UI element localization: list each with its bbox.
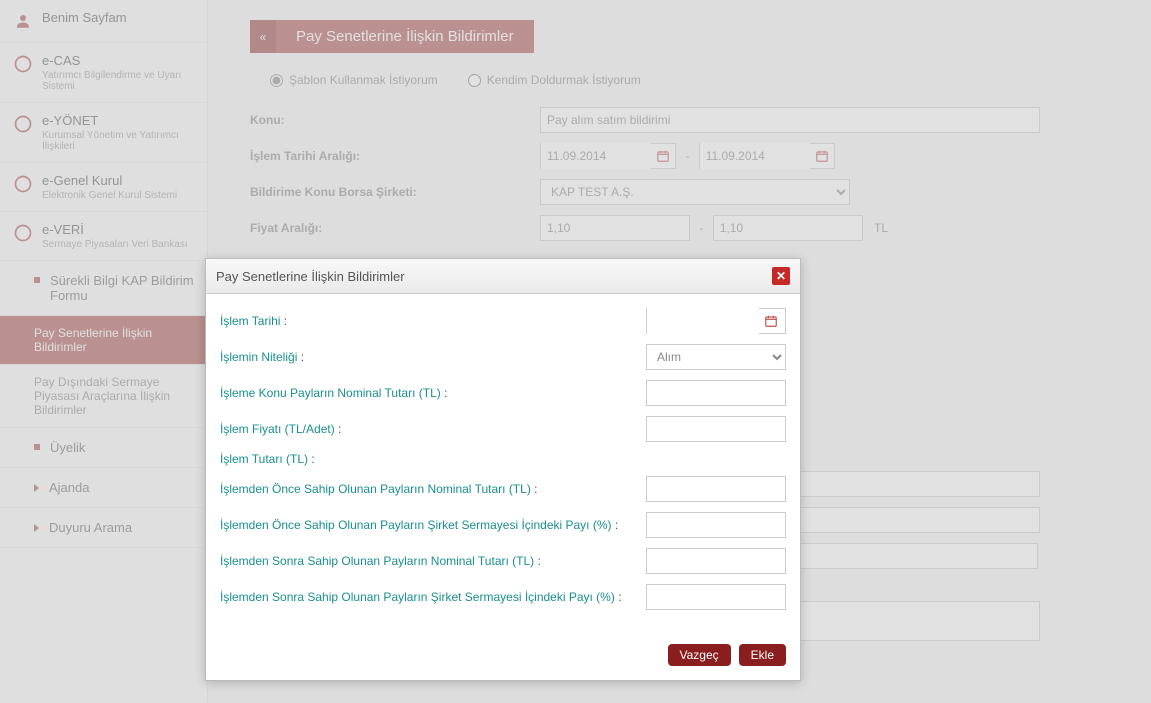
input-dialog-nominal[interactable]: [646, 380, 786, 406]
input-dialog-once-pay[interactable]: [646, 512, 786, 538]
input-dialog-islem-tarihi[interactable]: [647, 308, 759, 334]
input-dialog-sonra-nominal[interactable]: [646, 548, 786, 574]
dialog-pay-senetleri: Pay Senetlerine İlişkin Bildirimler ✕ İş…: [205, 258, 801, 681]
dialog-footer: Vazgeç Ekle: [206, 634, 800, 680]
input-dialog-fiyat[interactable]: [646, 416, 786, 442]
dlabel-sonra-pay: İşlemden Sonra Sahip Olunan Payların Şir…: [220, 590, 641, 604]
close-icon[interactable]: ✕: [772, 267, 790, 285]
dlabel-once-pay: İşlemden Önce Sahip Olunan Payların Şirk…: [220, 518, 641, 532]
dialog-title: Pay Senetlerine İlişkin Bildirimler: [216, 269, 405, 284]
calendar-icon[interactable]: [759, 314, 783, 328]
dlabel-once-nominal: İşlemden Önce Sahip Olunan Payların Nomi…: [220, 482, 641, 496]
input-dialog-once-nominal[interactable]: [646, 476, 786, 502]
dlabel-islem-tarihi: İşlem Tarihi :: [220, 314, 641, 328]
dialog-header: Pay Senetlerine İlişkin Bildirimler ✕: [206, 259, 800, 294]
input-dialog-sonra-pay[interactable]: [646, 584, 786, 610]
dlabel-sonra-nominal: İşlemden Sonra Sahip Olunan Payların Nom…: [220, 554, 641, 568]
select-dialog-niteligi[interactable]: Alım: [646, 344, 786, 370]
dlabel-islem-tutari: İşlem Tutarı (TL) :: [220, 452, 641, 466]
dlabel-nominal-tutar: İşleme Konu Payların Nominal Tutarı (TL)…: [220, 386, 641, 400]
dlabel-islemin-niteligi: İşlemin Niteliği :: [220, 350, 641, 364]
dialog-date-wrap: [646, 308, 786, 334]
cancel-button[interactable]: Vazgeç: [668, 644, 731, 666]
dialog-body: İşlem Tarihi : İşlemin Niteliği : Alım İ…: [206, 294, 800, 634]
dlabel-islem-fiyati: İşlem Fiyatı (TL/Adet) :: [220, 422, 641, 436]
add-button[interactable]: Ekle: [739, 644, 786, 666]
